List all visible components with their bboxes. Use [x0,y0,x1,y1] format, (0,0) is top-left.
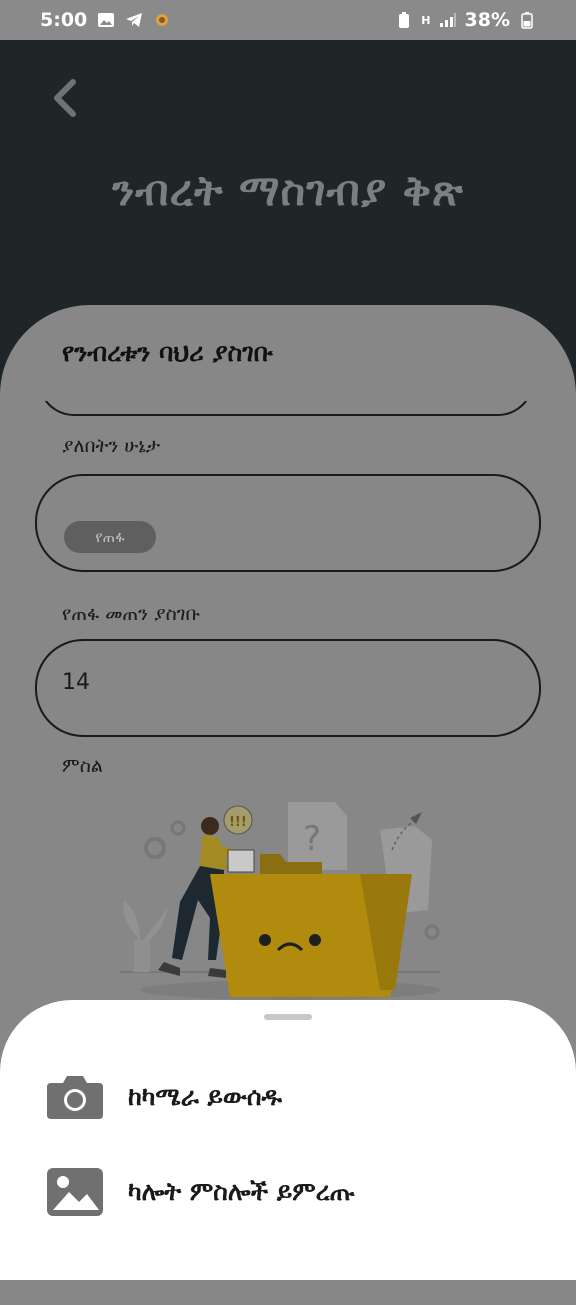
amount-input[interactable] [35,639,541,737]
battery-percent: 38% [464,9,510,31]
image-source-sheet [0,1000,576,1280]
empty-folder-illustration: ? !!! [110,790,455,1005]
option-camera-label: ከካሜራ ይውሰዱ [128,1082,282,1111]
gallery-icon [44,1166,106,1218]
sheet-drag-handle[interactable] [264,1014,312,1020]
amount-label: የጠፋ መጠን ያስገቡ [62,603,201,625]
page-title: ንብረት ማስገብያ ቅጽ [112,166,464,215]
option-choose-from-gallery[interactable]: ካሎት ምስሎች ይምረጡ [0,1157,576,1227]
svg-text:!!!: !!! [229,815,247,830]
battery-icon [518,11,536,29]
option-gallery-label: ካሎት ምስሎች ይምረጡ [128,1177,355,1206]
status-chip[interactable]: የጠፋ [64,521,156,553]
back-arrow-icon[interactable] [46,78,82,118]
amount-value: 14 [62,670,90,695]
status-left: 5:00 [40,9,171,31]
status-bar: 5:00 H 38% [0,0,576,40]
app-notification-icon [153,11,171,29]
image-notification-icon [97,11,115,29]
status-label: ያለበትን ሁኔታ [62,435,161,457]
network-type: H [421,13,431,27]
image-label: ምስል [62,755,103,777]
status-time: 5:00 [40,9,88,31]
battery-saver-icon [395,11,413,29]
option-take-from-camera[interactable]: ከካሜራ ይውሰዱ [0,1062,576,1132]
camera-icon [44,1071,106,1123]
telegram-icon [125,11,143,29]
section-title: የንብረቱን ባህሪ ያስገቡ [62,338,273,367]
svg-text:?: ? [303,819,321,859]
signal-icon [439,11,457,29]
status-right: H 38% [395,9,536,31]
